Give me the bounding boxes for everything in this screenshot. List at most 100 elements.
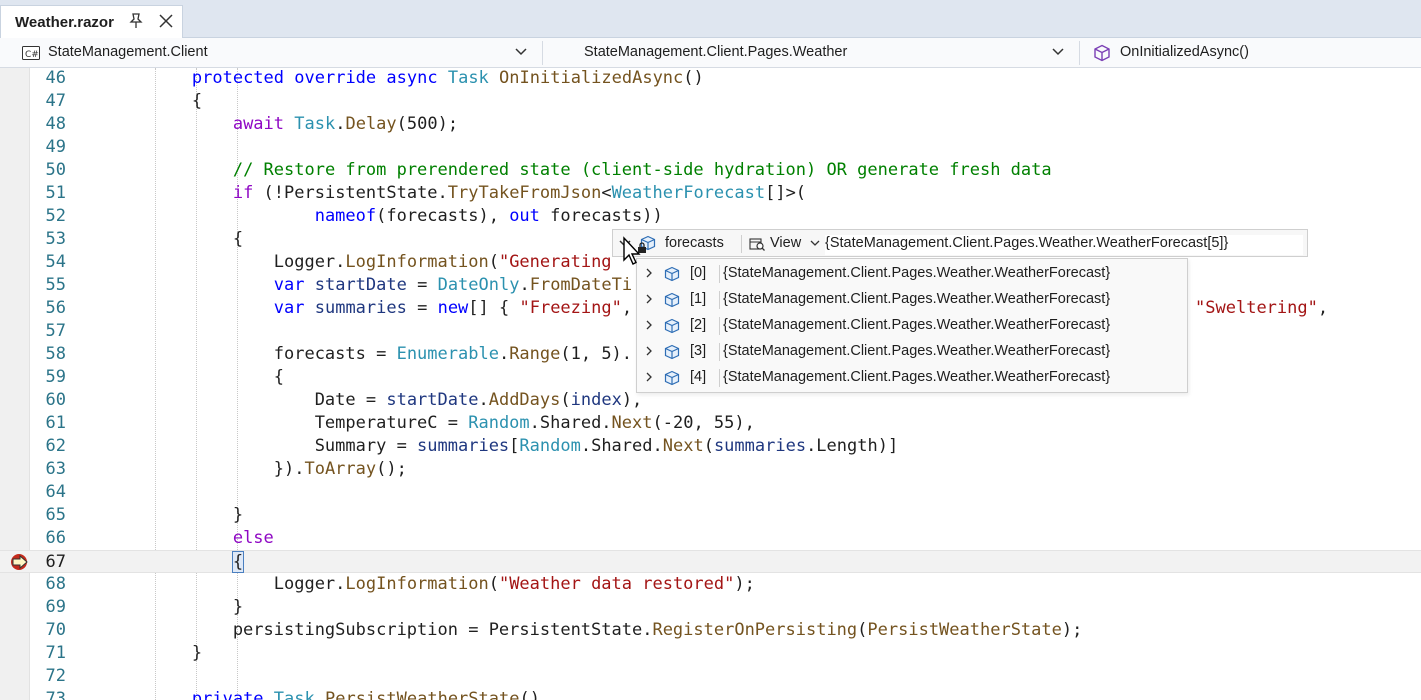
code-line[interactable]: 51 if (!PersistentState.TryTakeFromJson<…: [0, 182, 1421, 205]
datatip-divider: [719, 343, 720, 361]
line-number: 54: [45, 252, 66, 272]
code-text[interactable]: nameof(forecasts), out forecasts)): [110, 205, 663, 228]
line-number: 58: [45, 344, 66, 364]
code-line[interactable]: 62 Summary = summaries[Random.Shared.Nex…: [0, 435, 1421, 458]
member-dropdown[interactable]: OnInitializedAsync(): [1081, 38, 1421, 67]
datatip-divider: [719, 369, 720, 387]
chevron-right-icon[interactable]: [645, 294, 653, 304]
line-number: 53: [45, 229, 66, 249]
code-line[interactable]: 73 private Task PersistWeatherState(): [0, 688, 1421, 700]
line-number: 59: [45, 367, 66, 387]
code-line[interactable]: 52 nameof(forecasts), out forecasts)): [0, 205, 1421, 228]
line-number: 49: [45, 137, 66, 157]
code-line[interactable]: 63 }).ToArray();: [0, 458, 1421, 481]
datatip-child-row[interactable]: [3] {StateManagement.Client.Pages.Weather…: [637, 338, 1187, 364]
datatip-variable-name[interactable]: forecasts: [665, 235, 724, 251]
code-line[interactable]: 65 }: [0, 504, 1421, 527]
code-text[interactable]: }: [110, 504, 243, 527]
svg-text:C#: C#: [25, 50, 39, 60]
datatip-child-value[interactable]: {StateManagement.Client.Pages.Weather.We…: [723, 291, 1110, 307]
datatip-child-row[interactable]: [1] {StateManagement.Client.Pages.Weather…: [637, 286, 1187, 312]
code-text[interactable]: Logger.LogInformation("Generating: [110, 251, 612, 274]
datatip-child-index: [3]: [690, 343, 707, 359]
line-number: 71: [45, 643, 66, 663]
object-cube-icon: [664, 292, 680, 308]
datatip-child-value[interactable]: {StateManagement.Client.Pages.Weather.We…: [723, 369, 1110, 385]
chevron-right-icon[interactable]: [645, 372, 653, 382]
datatip-value[interactable]: {StateManagement.Client.Pages.Weather.We…: [825, 235, 1303, 255]
code-text[interactable]: // Restore from prerendered state (clien…: [110, 159, 1052, 182]
code-text[interactable]: private Task PersistWeatherState(): [110, 688, 540, 700]
project-label: StateManagement.Client: [48, 44, 208, 60]
code-text[interactable]: await Task.Delay(500);: [110, 113, 458, 136]
project-dropdown[interactable]: C# StateManagement.Client: [0, 38, 540, 67]
code-text[interactable]: protected override async Task OnInitiali…: [110, 68, 704, 90]
code-text[interactable]: Logger.LogInformation("Weather data rest…: [110, 573, 755, 596]
code-text[interactable]: TemperatureC = Random.Shared.Next(-20, 5…: [110, 412, 755, 435]
datatip-child-value[interactable]: {StateManagement.Client.Pages.Weather.We…: [723, 265, 1110, 281]
code-line[interactable]: 72: [0, 665, 1421, 688]
code-line[interactable]: 67 {: [0, 550, 1421, 573]
chevron-down-icon[interactable]: [810, 239, 820, 247]
breakpoint-current-statement-icon[interactable]: [9, 553, 31, 571]
code-line[interactable]: 64: [0, 481, 1421, 504]
code-text[interactable]: Summary = summaries[Random.Shared.Next(s…: [110, 435, 899, 458]
code-line[interactable]: 70 persistingSubscription = PersistentSt…: [0, 619, 1421, 642]
code-line[interactable]: 66 else: [0, 527, 1421, 550]
datatip-child-row[interactable]: [0] {StateManagement.Client.Pages.Weather…: [637, 260, 1187, 286]
code-text[interactable]: }: [110, 642, 202, 665]
code-text[interactable]: }).ToArray();: [110, 458, 407, 481]
datatip-child-value[interactable]: {StateManagement.Client.Pages.Weather.We…: [723, 317, 1110, 333]
chevron-right-icon[interactable]: [645, 346, 653, 356]
code-text[interactable]: {: [110, 228, 243, 251]
nav-divider: [542, 41, 543, 65]
view-visualizer-button[interactable]: View: [770, 235, 801, 251]
type-dropdown[interactable]: StateManagement.Client.Pages.Weather: [544, 38, 1076, 67]
code-text[interactable]: Date = startDate.AddDays(index),: [110, 389, 643, 412]
close-icon[interactable]: [158, 13, 174, 29]
code-text[interactable]: if (!PersistentState.TryTakeFromJson<Wea…: [110, 182, 806, 205]
chevron-right-icon[interactable]: [645, 268, 653, 278]
code-text[interactable]: {: [110, 551, 245, 574]
code-line[interactable]: 61 TemperatureC = Random.Shared.Next(-20…: [0, 412, 1421, 435]
datatip-child-index: [4]: [690, 369, 707, 385]
member-label: OnInitializedAsync(): [1120, 44, 1249, 60]
datatip-child-row[interactable]: [4] {StateManagement.Client.Pages.Weather…: [637, 364, 1187, 390]
line-number: 46: [45, 68, 66, 88]
code-line[interactable]: 69 }: [0, 596, 1421, 619]
chevron-down-icon: [1052, 48, 1064, 56]
datatip-divider: [719, 265, 720, 283]
line-number: 47: [45, 91, 66, 111]
chevron-right-icon[interactable]: [645, 320, 653, 330]
code-line[interactable]: 71 }: [0, 642, 1421, 665]
chevron-down-icon: [515, 48, 527, 56]
line-number: 50: [45, 160, 66, 180]
code-text[interactable]: {: [110, 90, 202, 113]
code-text[interactable]: else: [110, 527, 274, 550]
code-line[interactable]: 49: [0, 136, 1421, 159]
tab-weather-razor[interactable]: Weather.razor: [0, 5, 183, 38]
code-line[interactable]: 47 {: [0, 90, 1421, 113]
code-line[interactable]: 50 // Restore from prerendered state (cl…: [0, 159, 1421, 182]
datatip-child-row[interactable]: [2] {StateManagement.Client.Pages.Weather…: [637, 312, 1187, 338]
datatip-child-value[interactable]: {StateManagement.Client.Pages.Weather.We…: [723, 343, 1110, 359]
code-text[interactable]: forecasts = Enumerable.Range(1, 5).: [110, 343, 632, 366]
datatip-child-index: [1]: [690, 291, 707, 307]
magnifier-icon[interactable]: [749, 236, 765, 252]
line-number: 72: [45, 666, 66, 686]
code-text[interactable]: }: [110, 596, 243, 619]
line-number: 67: [45, 552, 66, 572]
code-text[interactable]: {: [110, 366, 284, 389]
code-line[interactable]: 46 protected override async Task OnIniti…: [0, 68, 1421, 90]
datatip-divider: [719, 317, 720, 335]
pin-icon[interactable]: [128, 12, 144, 30]
type-label: StateManagement.Client.Pages.Weather: [584, 44, 848, 60]
datatip-children-list: [0] {StateManagement.Client.Pages.Weather…: [636, 258, 1188, 393]
datatip-child-index: [0]: [690, 265, 707, 281]
line-number: 55: [45, 275, 66, 295]
code-text[interactable]: var startDate = DateOnly.FromDateTi: [110, 274, 632, 297]
code-line[interactable]: 48 await Task.Delay(500);: [0, 113, 1421, 136]
code-text[interactable]: persistingSubscription = PersistentState…: [110, 619, 1083, 642]
code-line[interactable]: 68 Logger.LogInformation("Weather data r…: [0, 573, 1421, 596]
datatip[interactable]: forecasts View {StateManagement.Client.P…: [612, 229, 1308, 257]
